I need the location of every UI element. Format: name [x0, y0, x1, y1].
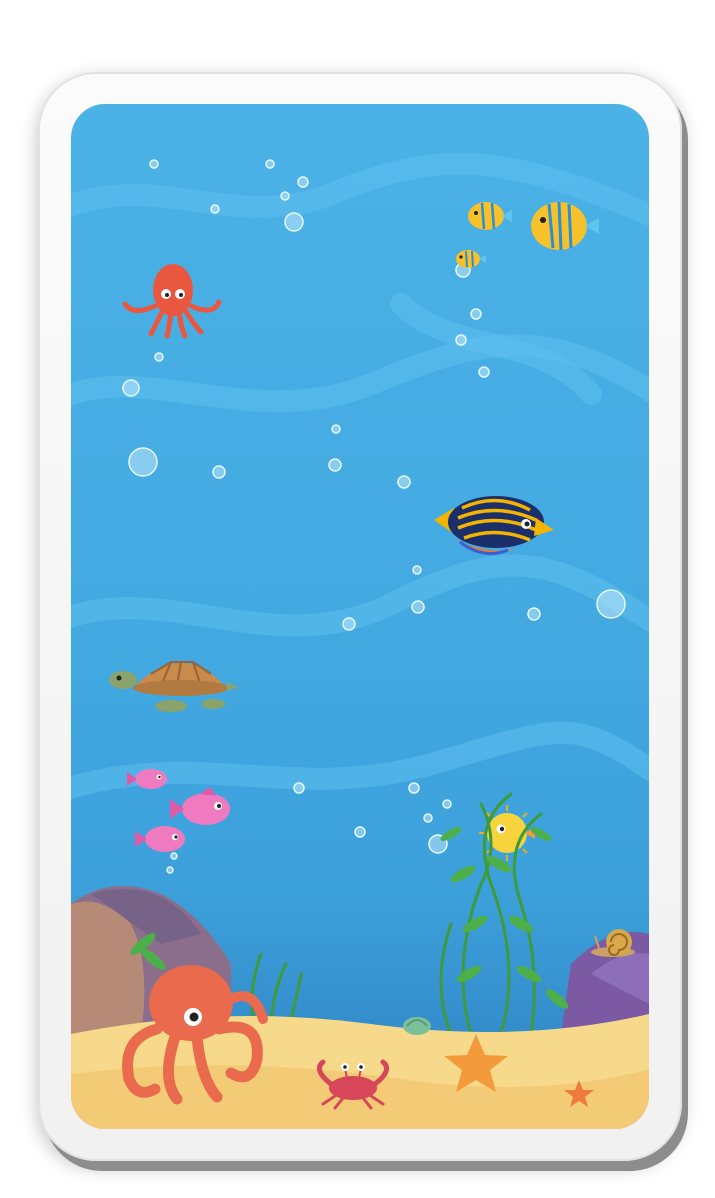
aquarium-canvas — [71, 152, 649, 1129]
water-waves — [71, 152, 649, 800]
snail-icon[interactable] — [591, 929, 635, 957]
page-title: Aquarium — [240, 14, 475, 60]
squid-icon[interactable] — [122, 264, 222, 339]
pufferfish-icon[interactable] — [479, 805, 535, 861]
yellow-fish-icon[interactable] — [456, 201, 599, 268]
shell-icon — [403, 1017, 431, 1035]
aquarium-scene[interactable] — [71, 104, 649, 1129]
angelfish-icon[interactable] — [434, 496, 554, 556]
tablet-frame — [38, 72, 682, 1161]
turtle-icon[interactable] — [109, 661, 239, 712]
